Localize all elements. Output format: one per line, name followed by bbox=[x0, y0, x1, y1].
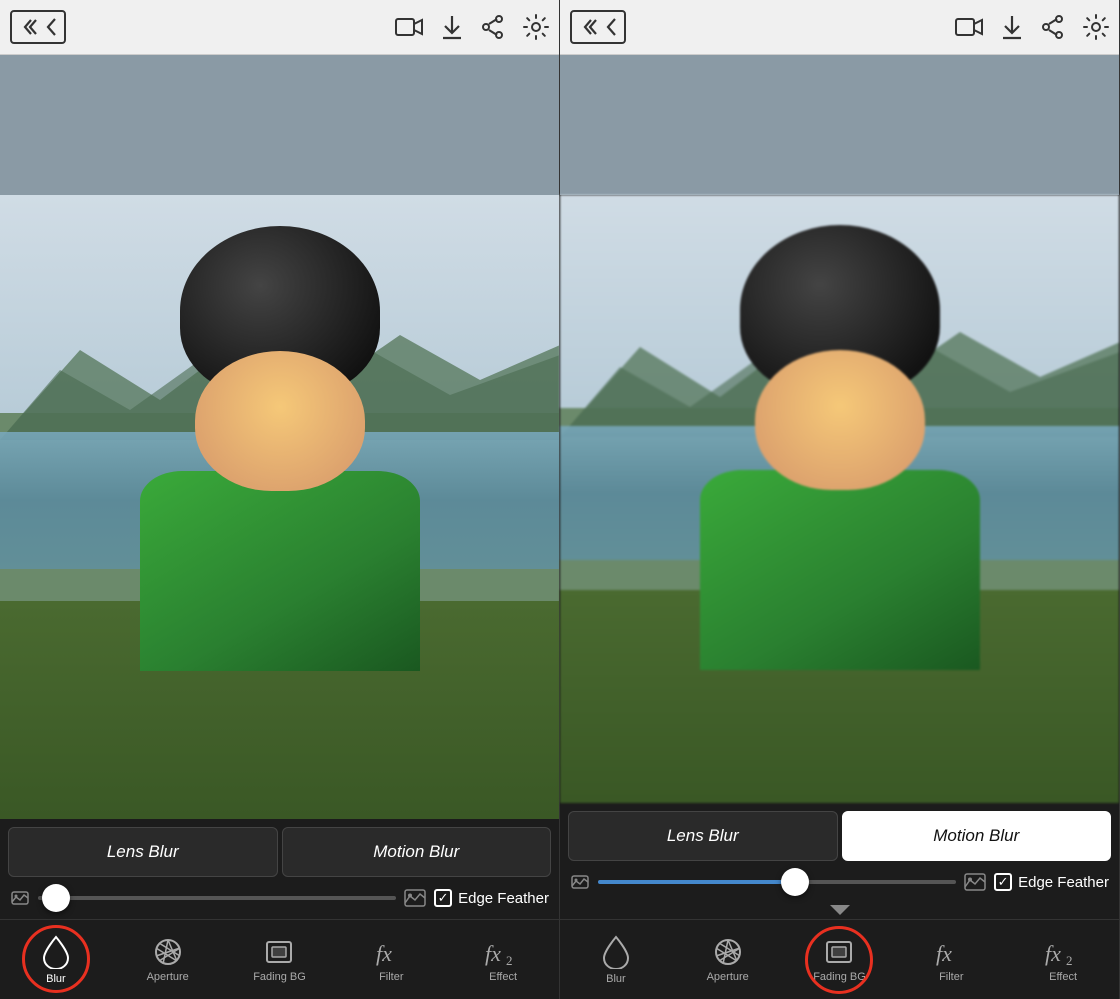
left-panel: Lens Blur Motion Blur bbox=[0, 0, 560, 999]
right-image-large-icon bbox=[964, 871, 986, 893]
right-share-icon[interactable] bbox=[1041, 14, 1065, 40]
right-blur-slider[interactable] bbox=[598, 880, 956, 884]
left-toolbar bbox=[0, 0, 559, 55]
left-fading-bg-icon bbox=[264, 937, 294, 967]
svg-text:2: 2 bbox=[506, 953, 513, 967]
left-nav-aperture-label: Aperture bbox=[147, 971, 189, 983]
double-chevron-left-icon[interactable] bbox=[18, 16, 40, 38]
left-nav-blur[interactable]: Blur bbox=[0, 920, 112, 999]
right-bottom-nav: Blur Aperture bbox=[560, 919, 1119, 999]
left-preview-area bbox=[0, 55, 559, 195]
right-edge-feather-checkbox[interactable]: ✓ bbox=[994, 873, 1012, 891]
left-effect-icon: fx 2 bbox=[484, 937, 522, 967]
svg-text:fx: fx bbox=[936, 941, 952, 966]
left-nav-aperture[interactable]: Aperture bbox=[112, 920, 224, 999]
right-effect-icon: fx 2 bbox=[1044, 937, 1082, 967]
right-image-small-icon bbox=[570, 872, 590, 892]
left-toolbar-nav bbox=[10, 10, 66, 44]
svg-text:fx: fx bbox=[1045, 941, 1061, 966]
right-nav-fading-bg-label: Fading BG bbox=[813, 971, 866, 983]
left-lens-blur-button[interactable]: Lens Blur bbox=[8, 827, 278, 877]
left-nav-filter-label: Filter bbox=[379, 971, 403, 983]
right-edge-feather-label: ✓ Edge Feather bbox=[994, 873, 1109, 891]
left-edge-feather-label: ✓ Edge Feather bbox=[434, 889, 549, 907]
left-slider-row: ✓ Edge Feather bbox=[0, 877, 559, 919]
left-nav-effect[interactable]: fx 2 Effect bbox=[447, 920, 559, 999]
right-bottom-ui: Lens Blur Motion Blur bbox=[560, 803, 1119, 999]
right-nav-back-box[interactable] bbox=[570, 10, 626, 44]
right-nav-fading-bg[interactable]: Fading BG bbox=[784, 920, 896, 999]
right-nav-aperture[interactable]: Aperture bbox=[672, 920, 784, 999]
right-photo-area bbox=[560, 195, 1119, 803]
left-image-large-icon bbox=[404, 887, 426, 909]
right-nav-aperture-label: Aperture bbox=[707, 971, 749, 983]
right-edge-feather-text: Edge Feather bbox=[1018, 874, 1109, 891]
left-nav-filter[interactable]: fx Filter bbox=[335, 920, 447, 999]
right-filter-icon: fx bbox=[934, 937, 968, 967]
nav-back-box[interactable] bbox=[10, 10, 66, 44]
download-icon[interactable] bbox=[441, 14, 463, 40]
right-lens-blur-button[interactable]: Lens Blur bbox=[568, 811, 838, 861]
left-aperture-icon bbox=[153, 937, 183, 967]
right-video-icon[interactable] bbox=[955, 16, 983, 38]
left-nav-fading-bg-label: Fading BG bbox=[253, 971, 306, 983]
left-toolbar-actions bbox=[395, 14, 549, 40]
right-motion-blur-button[interactable]: Motion Blur bbox=[842, 811, 1112, 861]
right-toolbar-nav bbox=[570, 10, 626, 44]
right-slider-thumb[interactable] bbox=[781, 868, 809, 896]
right-blur-icon bbox=[602, 935, 630, 969]
right-toolbar-actions bbox=[955, 14, 1109, 40]
left-photo-area bbox=[0, 195, 559, 819]
svg-text:2: 2 bbox=[1066, 953, 1073, 967]
left-photo-landscape bbox=[0, 195, 559, 819]
right-photo-landscape bbox=[560, 195, 1119, 803]
right-nav-effect-label: Effect bbox=[1049, 971, 1077, 983]
svg-text:fx: fx bbox=[485, 941, 501, 966]
svg-text:fx: fx bbox=[376, 941, 392, 966]
left-image-small-icon bbox=[10, 888, 30, 908]
left-nav-effect-label: Effect bbox=[489, 971, 517, 983]
share-icon[interactable] bbox=[481, 14, 505, 40]
left-bottom-nav: Blur Aperture bbox=[0, 919, 559, 999]
right-slider-row: ✓ Edge Feather bbox=[560, 861, 1119, 903]
left-motion-blur-button[interactable]: Motion Blur bbox=[282, 827, 552, 877]
right-settings-icon[interactable] bbox=[1083, 14, 1109, 40]
right-nav-filter-label: Filter bbox=[939, 971, 963, 983]
right-nav-blur[interactable]: Blur bbox=[560, 920, 672, 999]
right-preview-area bbox=[560, 55, 1119, 195]
right-fading-bg-icon bbox=[824, 937, 854, 967]
right-chevron-left-icon[interactable] bbox=[604, 16, 618, 38]
right-dropdown-indicator bbox=[560, 903, 1119, 919]
left-filter-icon: fx bbox=[374, 937, 408, 967]
right-download-icon[interactable] bbox=[1001, 14, 1023, 40]
left-blur-slider[interactable] bbox=[38, 896, 396, 900]
right-aperture-icon bbox=[713, 937, 743, 967]
right-nav-filter[interactable]: fx Filter bbox=[895, 920, 1007, 999]
left-edge-feather-checkbox[interactable]: ✓ bbox=[434, 889, 452, 907]
right-nav-effect[interactable]: fx 2 Effect bbox=[1007, 920, 1119, 999]
right-panel: Lens Blur Motion Blur bbox=[560, 0, 1120, 999]
right-blur-type-row: Lens Blur Motion Blur bbox=[568, 811, 1111, 861]
right-toolbar bbox=[560, 0, 1119, 55]
left-nav-blur-label: Blur bbox=[46, 973, 66, 985]
right-double-chevron-left-icon[interactable] bbox=[578, 16, 600, 38]
left-nav-fading-bg[interactable]: Fading BG bbox=[224, 920, 336, 999]
left-blur-icon bbox=[42, 935, 70, 969]
chevron-left-icon[interactable] bbox=[44, 16, 58, 38]
video-icon[interactable] bbox=[395, 16, 423, 38]
left-blur-type-row: Lens Blur Motion Blur bbox=[8, 827, 551, 877]
left-edge-feather-text: Edge Feather bbox=[458, 890, 549, 907]
settings-icon[interactable] bbox=[523, 14, 549, 40]
left-bottom-ui: Lens Blur Motion Blur bbox=[0, 819, 559, 999]
right-nav-blur-label: Blur bbox=[606, 973, 626, 985]
